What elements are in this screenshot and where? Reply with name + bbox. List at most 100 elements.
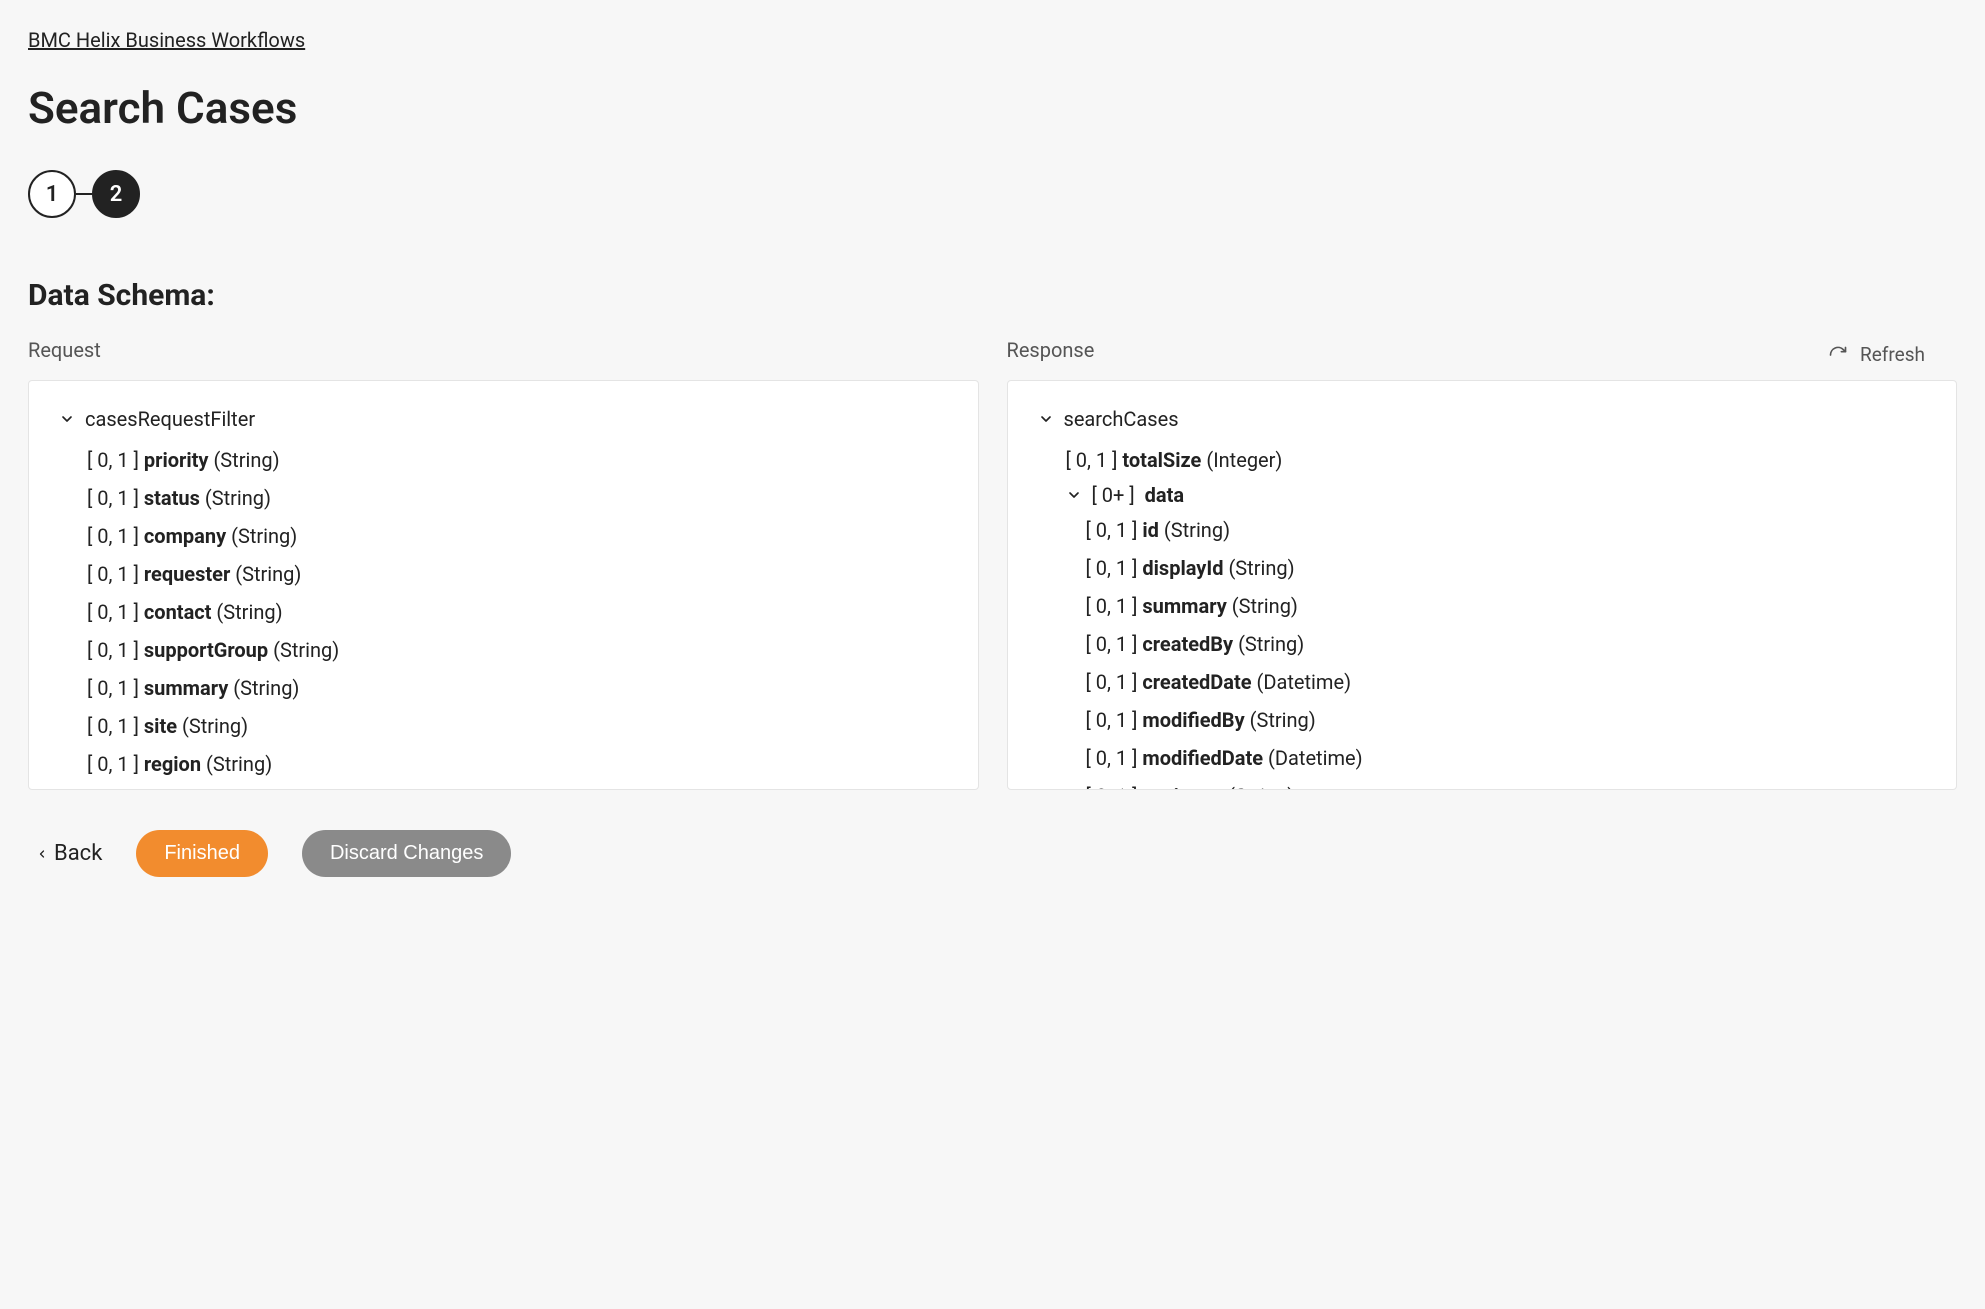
field-name: summary <box>1142 594 1226 618</box>
response-schema-box: searchCases [ 0, 1 ] totalSize (Integer)… <box>1007 380 1958 790</box>
field-cardinality: [ 0, 1 ] <box>87 448 139 472</box>
wizard-stepper: 1 2 <box>28 170 1957 218</box>
field-row: [ 0, 1 ] summary (String) <box>1086 587 1927 625</box>
field-cardinality: [ 0, 1 ] <box>87 524 139 548</box>
field-name: modifiedDate <box>1142 746 1263 770</box>
chevron-down-icon <box>1066 487 1082 503</box>
field-type: (Integer) <box>1206 448 1282 472</box>
field-row: [ 0, 1 ] origin (String) <box>87 783 948 790</box>
request-label: Request <box>28 338 979 362</box>
field-name: data <box>1145 483 1184 507</box>
field-type: (String) <box>273 638 339 662</box>
request-root-node[interactable]: casesRequestFilter <box>59 407 948 431</box>
field-cardinality: [ 0, 1 ] <box>87 486 139 510</box>
finished-button[interactable]: Finished <box>136 830 268 877</box>
field-row: [ 0, 1 ] summary (String) <box>87 669 948 707</box>
field-name: region <box>144 752 201 776</box>
field-cardinality: [ 0, 1 ] <box>1086 594 1138 618</box>
field-row: [ 0, 1 ] modifiedDate (Datetime) <box>1086 739 1927 777</box>
field-cardinality: [ 0, 1 ] <box>1086 784 1138 790</box>
field-name: status <box>144 486 200 510</box>
field-row: [ 0, 1 ] company (String) <box>87 517 948 555</box>
field-cardinality: [ 0, 1 ] <box>87 600 139 624</box>
field-name: supportGroup <box>144 638 268 662</box>
field-cardinality: [ 0, 1 ] <box>87 562 139 586</box>
response-label: Response <box>1007 338 1958 362</box>
field-name: contact <box>144 600 212 624</box>
field-name: createdBy <box>1142 632 1233 656</box>
field-name: displayId <box>1142 556 1223 580</box>
response-data-node[interactable]: [ 0+ ] data <box>1066 479 1927 511</box>
field-type: (String) <box>233 676 299 700</box>
schema-container: Request casesRequestFilter [ 0, 1 ] prio… <box>28 338 1957 790</box>
field-type: (String) <box>1250 708 1316 732</box>
field-cardinality: [ 0, 1 ] <box>1066 448 1118 472</box>
step-2[interactable]: 2 <box>92 170 140 218</box>
discard-changes-button[interactable]: Discard Changes <box>302 830 511 877</box>
footer-actions: Back Finished Discard Changes <box>28 830 1957 877</box>
field-name: id <box>1142 518 1159 542</box>
field-row: [ 0, 1 ] displayId (String) <box>1086 549 1927 587</box>
field-cardinality: [ 0, 1 ] <box>1086 746 1138 770</box>
field-row: [ 0, 1 ] modifiedBy (String) <box>1086 701 1927 739</box>
field-type: (String) <box>1232 594 1298 618</box>
field-name: assignee <box>1142 784 1223 790</box>
field-name: createdDate <box>1142 670 1251 694</box>
field-type: (String) <box>1164 518 1230 542</box>
step-connector <box>76 193 92 195</box>
field-cardinality: [ 0, 1 ] <box>87 676 139 700</box>
field-cardinality: [ 0, 1 ] <box>87 752 139 776</box>
field-row: [ 0, 1 ] supportGroup (String) <box>87 631 948 669</box>
field-cardinality: [ 0, 1 ] <box>1086 518 1138 542</box>
page-title: Search Cases <box>28 82 1957 134</box>
step-1[interactable]: 1 <box>28 170 76 218</box>
field-row: [ 0, 1 ] createdBy (String) <box>1086 625 1927 663</box>
field-type: (String) <box>182 714 248 738</box>
field-type: (String) <box>1228 556 1294 580</box>
field-row: [ 0, 1 ] id (String) <box>1086 511 1927 549</box>
back-label: Back <box>54 841 102 866</box>
field-row: [ 0, 1 ] createdDate (Datetime) <box>1086 663 1927 701</box>
field-row: [ 0, 1 ] contact (String) <box>87 593 948 631</box>
field-type: (String) <box>235 562 301 586</box>
response-root-label: searchCases <box>1064 407 1179 431</box>
chevron-left-icon <box>36 841 48 866</box>
request-fields: [ 0, 1 ] priority (String)[ 0, 1 ] statu… <box>59 441 948 790</box>
field-cardinality: [ 0, 1 ] <box>1086 632 1138 656</box>
back-button[interactable]: Back <box>36 841 102 866</box>
field-row: [ 0, 1 ] totalSize (Integer) <box>1066 441 1927 479</box>
chevron-down-icon <box>1038 411 1054 427</box>
field-name: priority <box>144 448 209 472</box>
field-type: (String) <box>213 448 279 472</box>
field-cardinality: [ 0, 1 ] <box>1086 556 1138 580</box>
field-type: (Datetime) <box>1257 670 1352 694</box>
field-row: [ 0, 1 ] priority (String) <box>87 441 948 479</box>
field-row: [ 0, 1 ] requester (String) <box>87 555 948 593</box>
request-schema-box: casesRequestFilter [ 0, 1 ] priority (St… <box>28 380 979 790</box>
request-column: Request casesRequestFilter [ 0, 1 ] prio… <box>28 338 979 790</box>
field-type: (String) <box>231 524 297 548</box>
field-name: requester <box>144 562 230 586</box>
chevron-down-icon <box>59 411 75 427</box>
field-row: [ 0, 1 ] site (String) <box>87 707 948 745</box>
field-type: (String) <box>216 600 282 624</box>
field-name: summary <box>144 676 228 700</box>
field-name: site <box>144 714 177 738</box>
field-name: totalSize <box>1122 448 1201 472</box>
field-row: [ 0, 1 ] region (String) <box>87 745 948 783</box>
field-cardinality: [ 0+ ] <box>1092 483 1135 507</box>
field-cardinality: [ 0, 1 ] <box>87 638 139 662</box>
field-cardinality: [ 0, 1 ] <box>87 714 139 738</box>
field-cardinality: [ 0, 1 ] <box>1086 708 1138 732</box>
request-root-label: casesRequestFilter <box>85 407 255 431</box>
field-type: (String) <box>205 486 271 510</box>
response-children: [ 0, 1 ] totalSize (Integer) [ 0+ ] data… <box>1038 441 1927 790</box>
response-column: Response searchCases [ 0, 1 ] totalSize … <box>1007 338 1958 790</box>
field-name: company <box>144 524 226 548</box>
field-cardinality: [ 0, 1 ] <box>1086 670 1138 694</box>
field-type: (String) <box>206 752 272 776</box>
breadcrumb[interactable]: BMC Helix Business Workflows <box>28 28 305 52</box>
response-root-node[interactable]: searchCases <box>1038 407 1927 431</box>
field-row: [ 0, 1 ] assignee (String) <box>1086 777 1927 790</box>
section-title: Data Schema: <box>28 278 1957 313</box>
